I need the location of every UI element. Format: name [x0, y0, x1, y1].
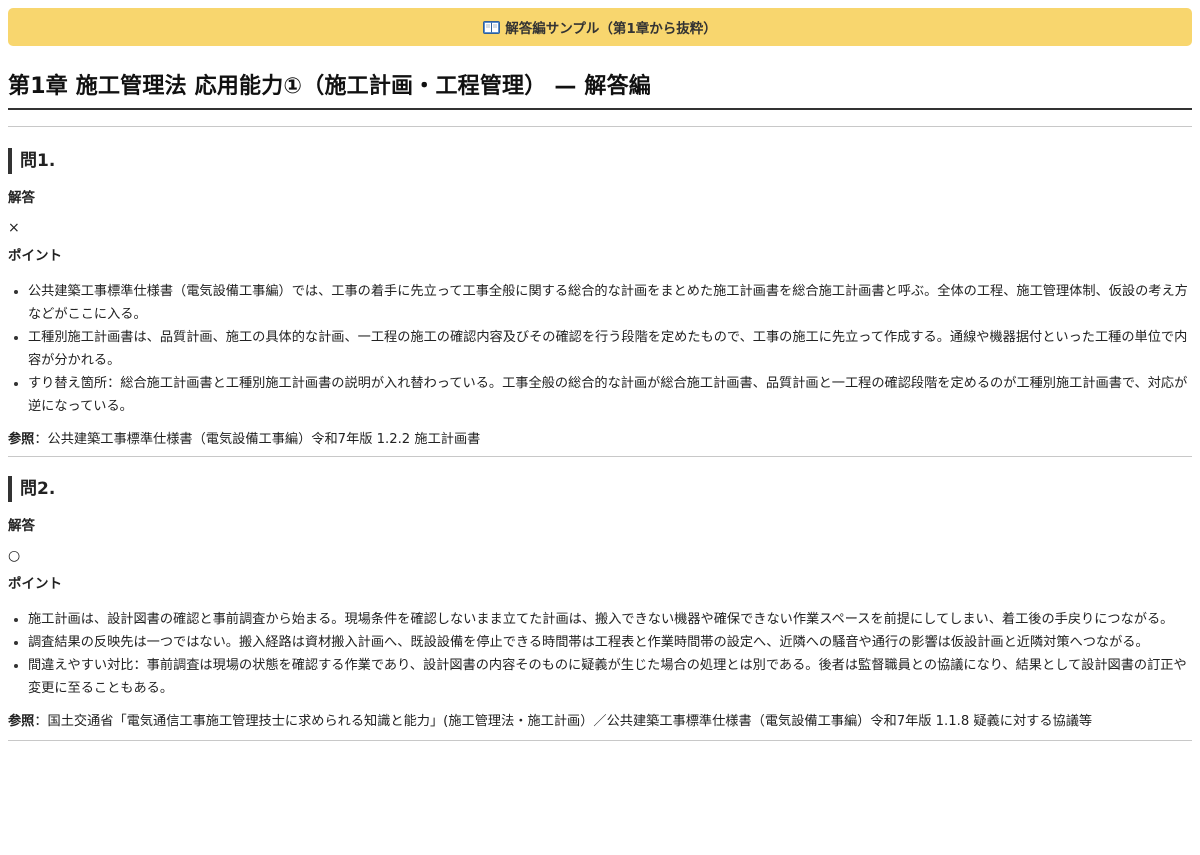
reference-text: ：国土交通省「電気通信工事施工管理技士に求められる知識と能力」(施工管理法・施工…	[34, 714, 1093, 729]
section-divider	[8, 740, 1192, 741]
list-item: 公共建築工事標準仕様書（電気設備工事編）では、工事の着手に先立って工事全般に関す…	[14, 280, 1192, 326]
reference: 参照：国土交通省「電気通信工事施工管理技士に求められる知識と能力」(施工管理法・…	[8, 712, 1192, 732]
title-divider	[8, 108, 1192, 110]
list-item: 調査結果の反映先は一つではない。搬入経路は資材搬入計画へ、既設設備を停止できる時…	[14, 631, 1192, 654]
points-list: 公共建築工事標準仕様書（電気設備工事編）では、工事の着手に先立って工事全般に関す…	[8, 280, 1192, 418]
list-item: 間違えやすい対比：事前調査は現場の状態を確認する作業であり、設計図書の内容そのも…	[14, 654, 1192, 700]
question-1: 問1. 解答 × ポイント 公共建築工事標準仕様書（電気設備工事編）では、工事の…	[8, 127, 1192, 450]
question-title: 問1.	[8, 148, 1192, 174]
book-icon	[483, 20, 501, 34]
chapter-title: 第1章 施工管理法 応用能力①（施工計画・工程管理） — 解答編	[8, 74, 651, 99]
answer-value: ○	[8, 548, 21, 564]
points-label: ポイント	[8, 248, 62, 264]
question-2: 問2. 解答 ○ ポイント 施工計画は、設計図書の確認と事前調査から始まる。現場…	[8, 457, 1192, 732]
reference-text: ：公共建築工事標準仕様書（電気設備工事編）令和7年版 1.2.2 施工計画書	[34, 432, 481, 447]
reference: 参照：公共建築工事標準仕様書（電気設備工事編）令和7年版 1.2.2 施工計画書	[8, 430, 1192, 450]
list-item: 工種別施工計画書は、品質計画、施工の具体的な計画、一工程の施工の確認内容及びその…	[14, 326, 1192, 372]
answer-value: ×	[8, 220, 20, 236]
reference-label: 参照	[8, 714, 35, 729]
list-item: 施工計画は、設計図書の確認と事前調査から始まる。現場条件を確認しないまま立てた計…	[14, 608, 1192, 631]
points-label: ポイント	[8, 576, 62, 592]
document-page: 解答編サンプル（第1章から抜粋） 第1章 施工管理法 応用能力①（施工計画・工程…	[8, 0, 1192, 741]
points-list: 施工計画は、設計図書の確認と事前調査から始まる。現場条件を確認しないまま立てた計…	[8, 608, 1192, 700]
answer-label: 解答	[8, 518, 35, 534]
sample-banner: 解答編サンプル（第1章から抜粋）	[8, 8, 1192, 46]
answer-label: 解答	[8, 190, 35, 206]
question-title: 問2.	[8, 476, 1192, 502]
reference-label: 参照	[8, 432, 35, 447]
banner-text: 解答編サンプル（第1章から抜粋）	[505, 21, 717, 37]
list-item: すり替え箇所：総合施工計画書と工種別施工計画書の説明が入れ替わっている。工事全般…	[14, 372, 1192, 418]
